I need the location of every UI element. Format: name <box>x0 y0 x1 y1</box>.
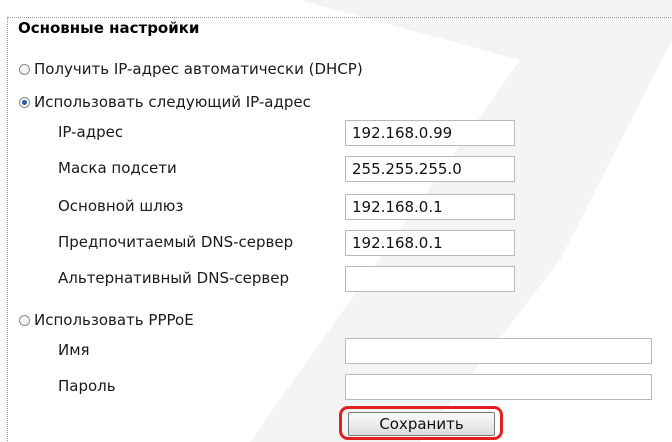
section-title: Основные настройки <box>18 19 200 37</box>
pppoe-username-label: Имя <box>58 341 90 359</box>
pppoe-password-label: Пароль <box>58 377 116 395</box>
preferred-dns-label: Предпочитаемый DNS-сервер <box>58 233 294 251</box>
dhcp-radio-label: Получить IP-адрес автоматически (DHCP) <box>34 60 363 78</box>
static-ip-radio-label: Использовать следующий IP-адрес <box>34 93 311 111</box>
pppoe-radio-label: Использовать PPPoE <box>34 311 194 329</box>
alternate-dns-label: Альтернативный DNS-сервер <box>58 269 289 287</box>
dhcp-radio-option[interactable]: Получить IP-адрес автоматически (DHCP) <box>19 57 363 81</box>
pppoe-password-input[interactable] <box>345 374 652 400</box>
static-ip-radio-button[interactable] <box>19 96 30 108</box>
subnet-mask-input[interactable]: 255.255.255.0 <box>345 156 515 182</box>
subnet-mask-label: Маска подсети <box>58 159 177 177</box>
ip-address-input[interactable]: 192.168.0.99 <box>345 120 515 146</box>
ip-address-label: IP-адрес <box>58 123 124 141</box>
static-ip-radio-option[interactable]: Использовать следующий IP-адрес <box>19 90 311 114</box>
save-button[interactable]: Сохранить <box>348 412 495 436</box>
default-gateway-input[interactable]: 192.168.0.1 <box>345 194 515 220</box>
default-gateway-label: Основной шлюз <box>58 197 184 215</box>
alternate-dns-input[interactable] <box>345 266 515 292</box>
pppoe-username-input[interactable] <box>345 338 652 364</box>
pppoe-radio-option[interactable]: Использовать PPPoE <box>19 308 194 332</box>
preferred-dns-input[interactable]: 192.168.0.1 <box>345 230 515 256</box>
dhcp-radio-button[interactable] <box>19 63 30 75</box>
pppoe-radio-button[interactable] <box>19 314 30 326</box>
